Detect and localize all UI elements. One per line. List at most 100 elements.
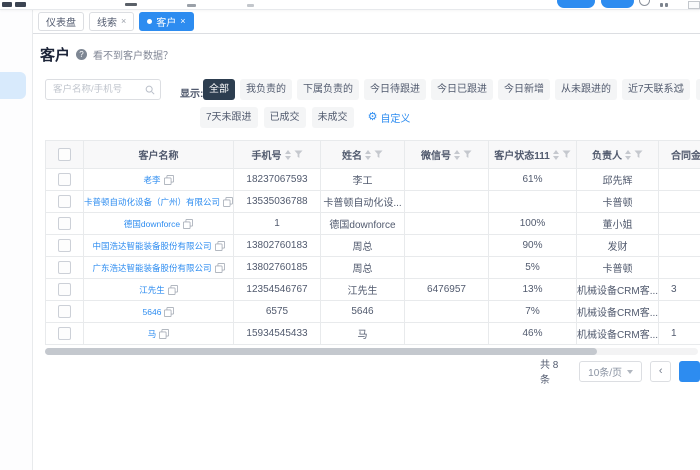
clipped-filter-chip[interactable] — [696, 79, 700, 100]
column-header-5[interactable]: 客户状态111 — [489, 141, 577, 168]
filter-chip-r1-2[interactable]: 下属负责的 — [297, 79, 359, 100]
filter-funnel-icon[interactable] — [463, 150, 472, 159]
page-1-button[interactable] — [679, 360, 700, 382]
filter-chip-r2-1[interactable]: 已成交 — [263, 107, 306, 128]
refresh-icon[interactable] — [674, 83, 685, 94]
table-row[interactable]: 中国浩达智能装备股份有限公司 13802760183 周总 90% 发财 — [46, 235, 700, 257]
row-checkbox[interactable] — [58, 195, 71, 208]
row-checkbox[interactable] — [58, 173, 71, 186]
contract-cell — [659, 301, 700, 322]
phone-cell: 6575 — [234, 301, 321, 322]
gear-icon: ⚙ — [367, 111, 378, 123]
filter-chip-r1-5[interactable]: 今日新增 — [498, 79, 550, 100]
copy-icon[interactable] — [223, 196, 233, 207]
row-checkbox[interactable] — [58, 261, 71, 274]
copy-icon[interactable] — [159, 328, 170, 339]
table-row[interactable]: 老李 18237067593 李工 61% 邱先辉 — [46, 169, 700, 191]
close-icon[interactable]: × — [121, 17, 126, 26]
sort-icon[interactable] — [284, 147, 291, 163]
copy-icon[interactable] — [163, 174, 174, 185]
column-header-3[interactable]: 姓名 — [321, 141, 405, 168]
owner-cell: 机械设备CRM客... — [577, 323, 659, 344]
row-checkbox[interactable] — [58, 327, 71, 340]
customer-name-cell: 广东浩达智能装备股份有限公司 — [84, 257, 234, 278]
filter-chip-r1-4[interactable]: 今日已跟进 — [431, 79, 493, 100]
table-row[interactable]: 广东浩达智能装备股份有限公司 13802760185 周总 5% 卡普顿 — [46, 257, 700, 279]
owner-cell: 卡普顿 — [577, 191, 659, 212]
table-row[interactable]: 江先生 12354546767 江先生 6476957 13% 机械设备CRM客... 3 — [46, 279, 700, 301]
customer-name-link[interactable]: 广东浩达智能装备股份有限公司 — [92, 262, 211, 274]
row-checkbox[interactable] — [58, 239, 71, 252]
customize-button[interactable]: ⚙ 自定义 — [367, 110, 411, 126]
customer-name-link[interactable]: 中国浩达智能装备股份有限公司 — [92, 240, 211, 252]
copy-icon[interactable] — [214, 240, 225, 251]
select-all-checkbox[interactable] — [58, 148, 71, 161]
filter-chip-r2-0[interactable]: 7天未跟进 — [200, 107, 258, 128]
logo-fragment — [2, 2, 12, 7]
copy-icon[interactable] — [167, 284, 178, 295]
horizontal-scrollbar-thumb[interactable] — [45, 348, 597, 355]
topbar-widget-fragment[interactable] — [688, 1, 700, 9]
sort-icon[interactable] — [552, 147, 559, 163]
help-link[interactable]: 看不到客户数据？ — [93, 47, 173, 62]
sort-icon[interactable] — [365, 147, 371, 163]
tab-leads[interactable]: 线索 × — [89, 12, 135, 31]
table-row[interactable]: 卡普顿自动化设备（广州）有限公司 13535036788 卡普顿自动化设... 卡普顿 — [46, 191, 700, 213]
topbar-pill-button[interactable] — [557, 0, 595, 8]
filter-funnel-icon[interactable] — [562, 150, 571, 159]
avatar[interactable] — [639, 0, 650, 6]
prev-page-button[interactable]: ‹ — [650, 360, 672, 382]
column-label: 客户名称 — [138, 151, 179, 162]
row-checkbox[interactable] — [58, 305, 71, 318]
table-header-row: 客户名称 手机号 姓名 微信号 客户状态111 负责人 合同金额 — [46, 141, 700, 169]
column-header-2[interactable]: 手机号 — [234, 141, 321, 168]
topbar-pill-button[interactable] — [601, 0, 634, 8]
filter-funnel-icon[interactable] — [374, 150, 383, 159]
horizontal-scrollbar-track[interactable] — [45, 348, 698, 355]
status-cell: 13% — [489, 279, 577, 300]
wechat-cell — [405, 235, 489, 256]
filter-funnel-icon[interactable] — [634, 150, 643, 159]
tab-customers[interactable]: 客户 × — [139, 12, 194, 31]
filter-chip-r1-0[interactable]: 全部 — [203, 79, 235, 100]
customer-name-link[interactable]: 老李 — [143, 174, 160, 186]
column-header-1[interactable]: 客户名称 — [84, 141, 234, 168]
customer-name-link[interactable]: 江先生 — [139, 284, 165, 296]
copy-icon[interactable] — [183, 218, 194, 229]
filter-funnel-icon[interactable] — [293, 150, 303, 159]
tab-dashboard[interactable]: 仪表盘 — [38, 12, 84, 31]
close-icon[interactable]: × — [180, 17, 185, 26]
search-input[interactable] — [46, 84, 145, 95]
copy-icon[interactable] — [214, 262, 225, 273]
page-size-select[interactable]: 10条/页 — [578, 360, 643, 382]
search-icon[interactable] — [145, 85, 155, 95]
row-checkbox[interactable] — [58, 217, 71, 230]
filter-chip-r1-1[interactable]: 我负责的 — [240, 79, 292, 100]
customer-name-link[interactable]: 德国downforce — [124, 218, 180, 230]
column-header-7[interactable]: 合同金额 — [659, 141, 700, 168]
sidebar-active-item[interactable] — [0, 72, 26, 99]
filter-chip-r2-2[interactable]: 未成交 — [311, 107, 354, 128]
filter-chips-group: 7天未跟进 已成交 未成交 — [200, 107, 354, 128]
filter-chip-r1-3[interactable]: 今日待跟进 — [364, 79, 426, 100]
table-row[interactable]: 5646 6575 5646 7% 机械设备CRM客... — [46, 301, 700, 323]
customer-name-link[interactable]: 卡普顿自动化设备（广州）有限公司 — [84, 196, 220, 208]
table-row[interactable]: 马 15934545433 马 46% 机械设备CRM客... 1 — [46, 323, 700, 345]
row-checkbox[interactable] — [58, 283, 71, 296]
toolbar-icon-fragment[interactable] — [247, 4, 254, 7]
filter-chip-r1-6[interactable]: 从未跟进的 — [555, 79, 617, 100]
table-row[interactable]: 德国downforce 1 德国downforce 100% 董小姐 — [46, 213, 700, 235]
column-label: 姓名 — [342, 151, 362, 162]
column-header-4[interactable]: 微信号 — [405, 141, 489, 168]
menu-icon-fragment[interactable] — [125, 3, 137, 6]
copy-icon[interactable] — [164, 306, 175, 317]
toolbar-icon-fragment[interactable] — [660, 3, 663, 7]
help-icon[interactable]: ? — [76, 49, 88, 60]
sort-icon[interactable] — [454, 147, 460, 163]
sort-icon[interactable] — [625, 147, 631, 163]
toolbar-icon-fragment[interactable] — [665, 3, 668, 7]
customer-name-link[interactable]: 马 — [148, 328, 157, 340]
customer-name-link[interactable]: 5646 — [143, 307, 162, 317]
column-header-6[interactable]: 负责人 — [577, 141, 659, 168]
toolbar-icon-fragment[interactable] — [187, 4, 196, 7]
